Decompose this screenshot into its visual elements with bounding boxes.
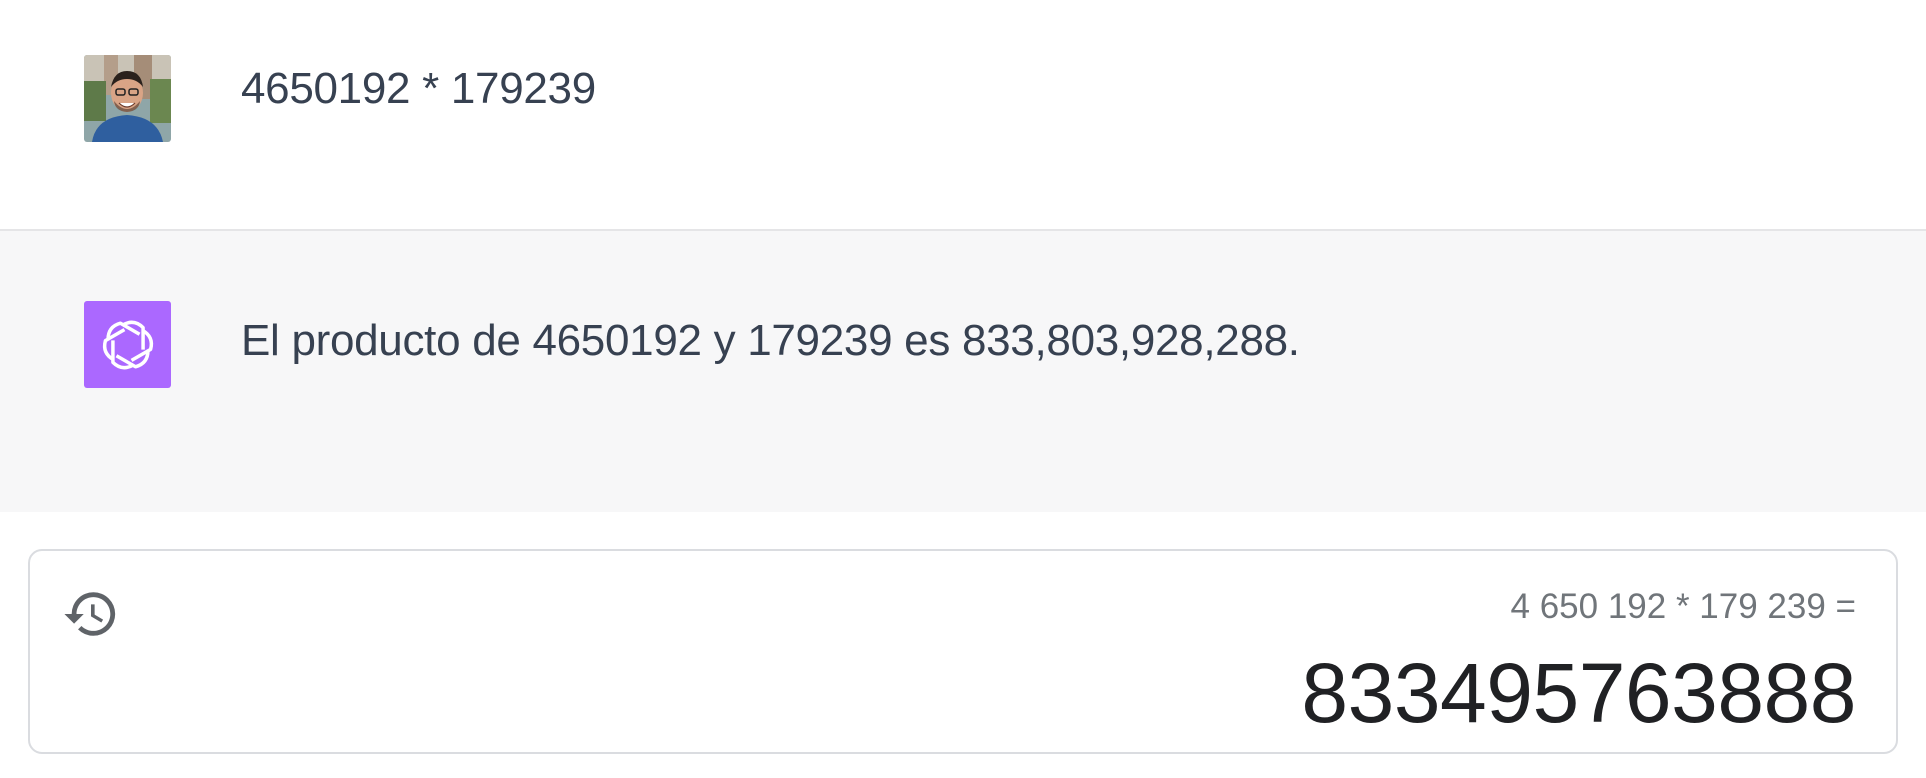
user-message-text: 4650192 * 179239 (241, 64, 596, 113)
calculator-panel: 4 650 192 * 179 239 = 833495763888 (28, 549, 1898, 754)
user-message-row: 4650192 * 179239 (0, 0, 1926, 231)
user-avatar (84, 55, 171, 142)
calculator-expression: 4 650 192 * 179 239 = (1510, 587, 1856, 626)
page: 4650192 * 179239 El producto de 4650192 … (0, 0, 1926, 778)
assistant-message-text: El producto de 4650192 y 179239 es 833,8… (241, 316, 1300, 365)
history-button[interactable] (62, 585, 120, 643)
user-photo-avatar (84, 55, 171, 142)
assistant-message-row: El producto de 4650192 y 179239 es 833,8… (0, 231, 1926, 512)
openai-logo-icon (102, 320, 153, 369)
history-icon (64, 592, 116, 636)
assistant-avatar (84, 301, 171, 388)
calculator-result: 833495763888 (1301, 646, 1856, 740)
